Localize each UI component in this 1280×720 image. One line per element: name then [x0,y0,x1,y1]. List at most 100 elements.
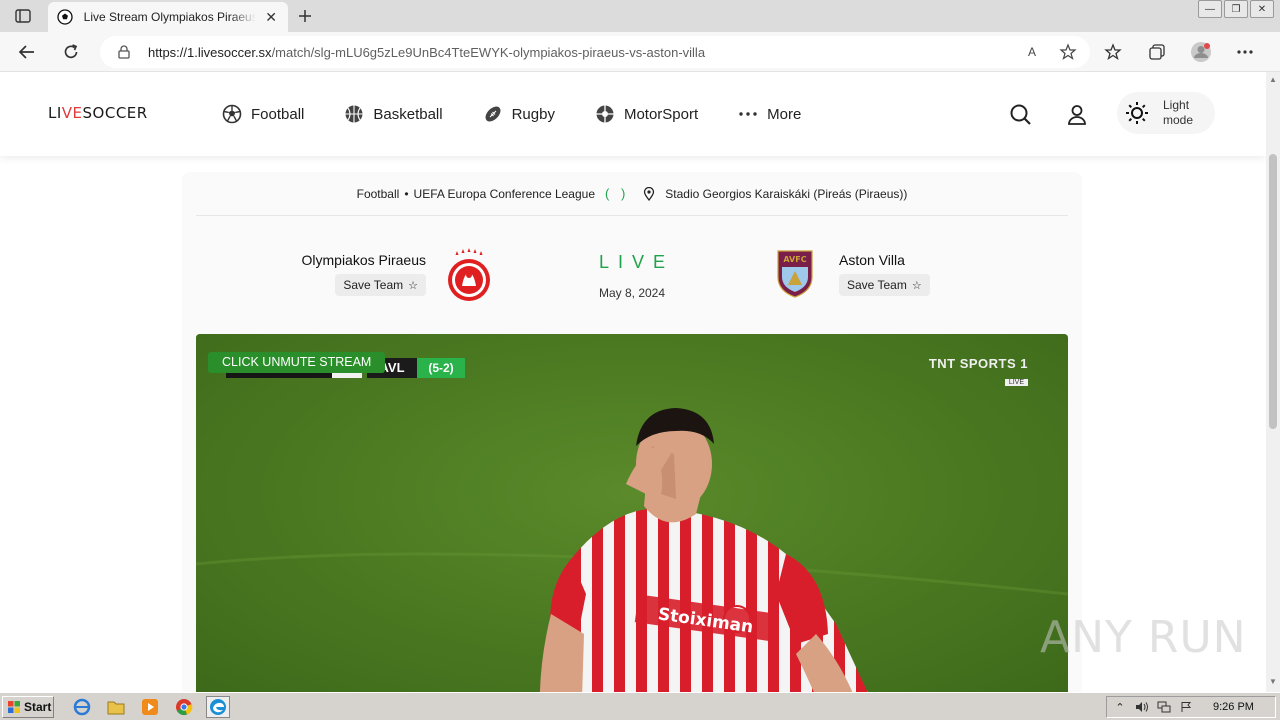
tab-close-icon[interactable]: ✕ [262,8,280,26]
taskbar-clock: 9:26 PM [1213,701,1254,713]
browser-address-bar: https://1.livesoccer.sx/match/slg-mLU6g5… [0,32,1280,72]
refresh-icon [64,44,78,59]
start-button[interactable]: Start [2,696,54,718]
broadcaster-live-badge: LIVE [1004,379,1028,386]
light-mode-line1: Light [1163,98,1190,112]
browser-toolbar [1100,40,1276,64]
nav-item-more[interactable]: More [738,100,801,128]
logo-text-pre: LI [48,104,62,122]
url-path: /match/slg-mLU6g5zLe9UnBc4TteEWYK-olympi… [271,44,706,60]
anyrun-watermark: ANY RUN [1040,612,1247,663]
nav-item-motorsport[interactable]: MotorSport [595,100,698,128]
collections-icon[interactable] [1144,40,1170,64]
window-restore-button[interactable]: ❐ [1224,0,1248,18]
save-away-team-button[interactable]: Save Team ☆ [839,274,930,296]
light-mode-toggle[interactable]: Light mode [1117,92,1215,134]
star-icon: ☆ [911,279,922,292]
unmute-stream-button[interactable]: CLICK UNMUTE STREAM [208,352,386,373]
user-icon [1068,105,1086,125]
save-home-team-button[interactable]: Save Team ☆ [335,274,426,296]
home-team-name[interactable]: Olympiakos Piraeus [286,252,427,268]
add-favorite-icon[interactable] [1056,42,1080,62]
nav-label-more: More [767,105,802,123]
network-icon[interactable] [1157,700,1171,714]
volume-icon[interactable] [1135,700,1149,714]
windows-flag-icon [8,701,20,713]
broadcaster-logo: TNT SPORTS 1 LIVE [929,356,1028,389]
media-player-icon[interactable] [138,696,162,718]
plus-icon [299,10,311,22]
tray-expand-icon[interactable]: ⌃ [1113,700,1127,714]
browser-tab-strip: Live Stream Olympiakos Piraeus vs Aston … [0,0,1280,32]
browser-tab-active[interactable]: Live Stream Olympiakos Piraeus vs Aston … [48,2,288,32]
window-minimize-button[interactable]: — [1198,0,1222,18]
away-team-name[interactable]: Aston Villa [839,252,999,268]
logo-text-post: SOCCER [82,104,148,122]
scroll-down-icon[interactable]: ▼ [1269,678,1277,686]
action-center-flag-icon[interactable] [1179,700,1193,714]
taskbar-quick-launch [70,696,240,718]
match-date: May 8, 2024 [598,286,666,300]
site-header: LIVESOCCER Football Basketball Rugby Mot… [0,72,1266,156]
page-viewport: LIVESOCCER Football Basketball Rugby Mot… [0,72,1266,692]
start-label: Start [24,700,52,714]
scroll-up-icon[interactable]: ▲ [1269,76,1277,84]
match-competition[interactable]: UEFA Europa Conference League [414,187,595,201]
url-host: https://1.livesoccer.sx [148,44,272,60]
url-field[interactable]: https://1.livesoccer.sx/match/slg-mLU6g5… [100,36,1090,68]
back-button[interactable] [14,40,40,64]
internet-explorer-icon[interactable] [70,696,94,718]
page-scrollbar[interactable]: ▲ ▼ [1266,72,1280,692]
match-card: Football • UEFA Europa Conference League… [182,172,1082,692]
refresh-button[interactable] [58,40,84,64]
read-aloud-icon[interactable]: A [1020,42,1044,62]
nav-label-basketball: Basketball [373,105,443,123]
edge-icon[interactable] [206,696,230,718]
location-pin-icon [643,186,657,201]
search-button[interactable] [1008,102,1034,128]
home-team-block: Olympiakos Piraeus Save Team ☆ [286,252,426,296]
tab-actions-icon [15,9,31,23]
favorites-icon[interactable] [1100,40,1126,64]
sun-icon [1126,102,1148,124]
lock-icon [116,44,132,60]
football-icon [222,104,242,124]
light-mode-line2: mode [1163,113,1194,127]
logo-text-accent: VE [61,104,83,122]
light-mode-label: Light mode [1163,98,1193,128]
main-nav: Football Basketball Rugby MotorSport Mor… [222,100,841,128]
nav-label-motorsport: MotorSport [623,105,699,123]
olympiakos-crest-icon [446,248,492,304]
nav-item-football[interactable]: Football [222,100,304,128]
nav-item-basketball[interactable]: Basketball [344,100,443,128]
window-controls: — ❐ ✕ [1196,0,1274,18]
windows-taskbar: Start ⌃ 9:26 PM [0,692,1280,720]
new-tab-button[interactable] [294,5,316,27]
tab-title: Live Stream Olympiakos Piraeus vs Aston … [83,10,257,24]
settings-more-icon[interactable] [1232,40,1258,64]
profile-avatar-icon[interactable] [1188,40,1214,64]
nav-label-football: Football [251,105,305,123]
arrow-left-icon [18,45,34,59]
window-close-button[interactable]: ✕ [1250,0,1274,18]
nav-label-rugby: Rugby [511,105,555,123]
video-player[interactable]: Stoiximan CLICK UNMUTE STREAM 0 AVL (5-2… [196,334,1068,692]
rugby-icon [483,104,503,124]
match-sport[interactable]: Football [357,187,400,201]
save-team-label: Save Team [343,278,404,292]
match-meta-row: Football • UEFA Europa Conference League… [196,172,1068,216]
star-icon: ☆ [408,279,418,292]
file-explorer-icon[interactable] [104,696,128,718]
account-button[interactable] [1064,102,1090,128]
tab-actions-button[interactable] [8,6,38,26]
broadcaster-name: TNT SPORTS 1 [928,356,1028,371]
site-logo[interactable]: LIVESOCCER [48,104,148,122]
scorebug-aggregate: (5-2) [417,358,465,378]
scrollbar-thumb[interactable] [1269,154,1277,429]
chrome-icon[interactable] [172,696,196,718]
meta-separator: • [404,186,409,201]
basketball-icon [344,104,364,124]
nav-item-rugby[interactable]: Rugby [483,100,555,128]
motorsport-icon [595,104,615,124]
save-team-label: Save Team [847,278,907,292]
